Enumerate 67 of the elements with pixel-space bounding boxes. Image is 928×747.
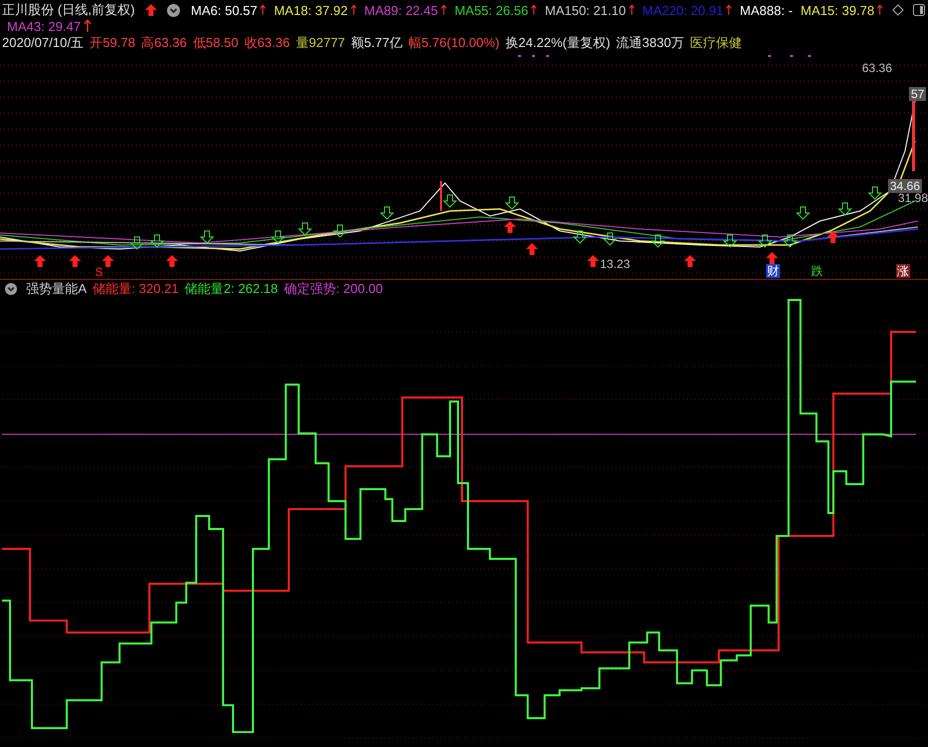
moving-average-value: MA55: 26.56 — [454, 2, 528, 18]
down-arrow-icon — [504, 196, 520, 210]
event-marker: 涨 — [896, 264, 910, 278]
up-arrow-icon — [766, 252, 778, 264]
down-arrow-icon — [796, 206, 810, 220]
indicator-value: 储能量: 320.21 — [92, 280, 179, 298]
price-label: 31.98 — [898, 191, 928, 205]
down-arrow-icon — [758, 234, 772, 248]
down-arrow-icon — [200, 230, 214, 244]
price-label: 34.66 — [888, 179, 922, 193]
chevron-down-icon[interactable] — [5, 283, 17, 295]
down-arrow-icon — [442, 194, 458, 208]
quote-value: 换24.22%(量复权) — [505, 34, 610, 52]
up-arrow-icon — [144, 3, 158, 17]
moving-average-value: MA18: 37.92 — [274, 2, 348, 18]
price-label: 13.23 — [600, 257, 630, 271]
moving-average-value: MA15: 39.78 — [800, 2, 874, 18]
up-arrow-icon — [684, 255, 696, 267]
moving-average-value: MA6: 50.57 — [190, 2, 258, 18]
down-arrow-icon — [602, 232, 618, 246]
up-arrow-icon — [34, 255, 46, 267]
quote-value: 额5.77亿 — [351, 34, 402, 52]
down-arrow-icon — [782, 234, 798, 248]
diamond-icon[interactable] — [892, 4, 904, 16]
up-arrow-icon — [827, 231, 839, 243]
quote-value: 收63.36 — [244, 34, 290, 52]
moving-average-value: MA220: 20.91 — [642, 2, 724, 18]
event-marker: 财 — [766, 264, 780, 278]
quote-value: 开59.78 — [90, 34, 136, 52]
chevron-down-icon[interactable] — [166, 4, 180, 16]
down-arrow-icon — [298, 222, 312, 236]
up-arrow-icon — [102, 255, 114, 267]
price-label: 63.36 — [862, 61, 892, 75]
down-arrow-icon — [270, 230, 286, 244]
indicator-value: 确定强势: 200.00 — [284, 280, 383, 298]
event-marker: 跌 — [810, 264, 824, 278]
indicator-name: 强势量能A — [26, 280, 87, 298]
moving-average-value: MA150: 21.10 — [544, 2, 626, 18]
down-arrow-icon — [380, 206, 394, 220]
quote-value: 高63.36 — [141, 34, 187, 52]
quote-value: 流通3830万 — [616, 34, 684, 52]
up-arrow-icon — [504, 221, 516, 233]
quote-value: 低58.50 — [192, 34, 238, 52]
stock-title: 正川股份 (日线,前复权) — [2, 1, 135, 19]
price-label: 57 — [909, 87, 926, 101]
down-arrow-icon — [650, 234, 666, 248]
up-arrow-icon — [166, 255, 178, 267]
down-arrow-icon — [722, 234, 738, 248]
quote-value: 2020/07/10/五 — [2, 34, 84, 52]
down-arrow-icon — [572, 230, 588, 244]
down-arrow-icon — [868, 186, 882, 200]
down-arrow-icon — [150, 234, 164, 248]
quote-value: 医疗保健 — [690, 34, 742, 52]
panel-icon[interactable] — [912, 4, 925, 16]
quote-value: 幅5.76(10.00%) — [408, 34, 500, 52]
down-arrow-icon — [332, 224, 348, 238]
down-arrow-icon — [130, 236, 144, 250]
up-arrow-icon — [587, 255, 599, 267]
moving-average-value: MA888: - — [740, 2, 793, 18]
up-arrow-icon — [526, 243, 538, 255]
moving-average-value: MA43: 29.47 — [7, 18, 81, 34]
quote-value: 量92777 — [296, 34, 346, 52]
event-marker: S — [94, 265, 104, 279]
indicator-value: 储能量2: 262.18 — [184, 280, 278, 298]
up-arrow-icon — [69, 255, 81, 267]
moving-average-value: MA89: 22.45 — [364, 2, 438, 18]
down-arrow-icon — [838, 202, 852, 216]
